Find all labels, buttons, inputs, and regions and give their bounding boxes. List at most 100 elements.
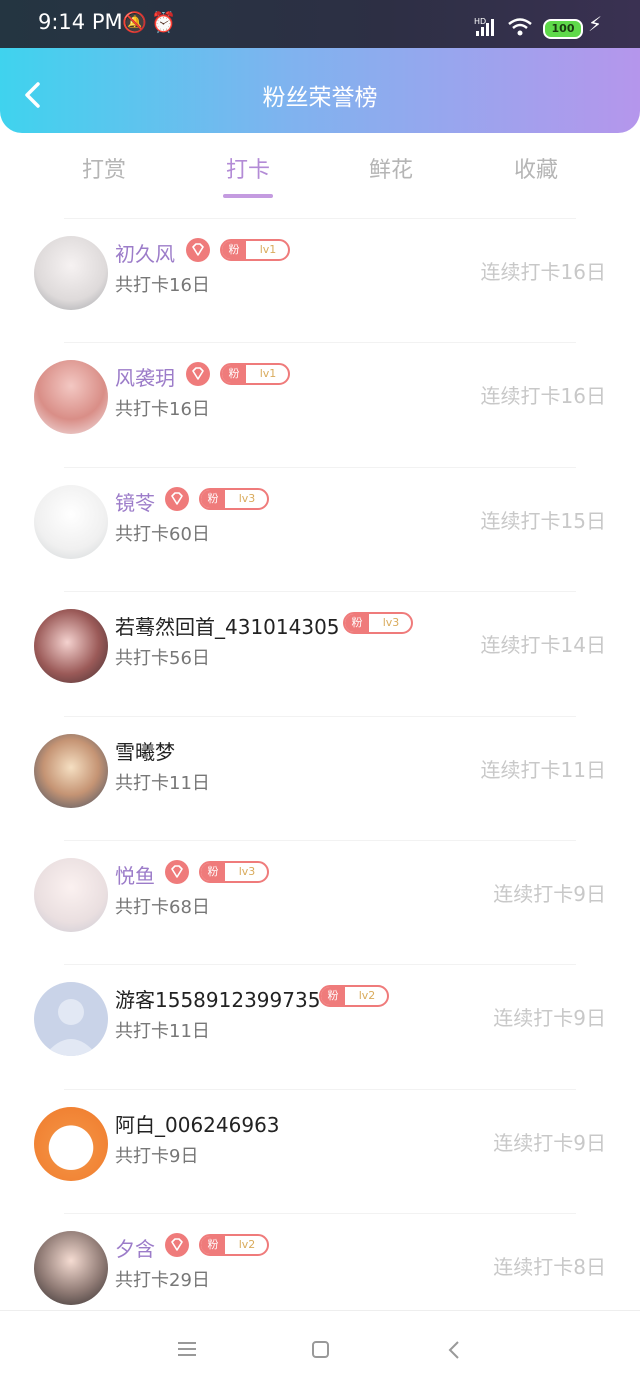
total-checkin: 共打卡16日 xyxy=(115,275,210,296)
back-icon[interactable] xyxy=(446,1340,462,1360)
level-label: lv3 xyxy=(382,616,400,629)
diamond-icon xyxy=(165,487,189,511)
streak-checkin: 连续打卡9日 xyxy=(493,1131,606,1155)
divider xyxy=(64,342,576,343)
fan-level-badge: 粉 lv1 xyxy=(220,363,290,385)
fan-label: 粉 xyxy=(201,1236,225,1254)
divider xyxy=(64,840,576,841)
total-checkin: 共打卡56日 xyxy=(115,648,210,669)
avatar[interactable] xyxy=(34,609,108,683)
avatar[interactable] xyxy=(34,236,108,310)
list-item[interactable]: 雪曦梦 共打卡11日 连续打卡11日 xyxy=(0,716,640,840)
level-label: lv2 xyxy=(358,989,376,1002)
diamond-icon xyxy=(165,1233,189,1257)
user-name[interactable]: 游客1558912399735 xyxy=(115,984,320,1013)
status-time: 9:14 PM xyxy=(38,10,123,34)
fan-level-badge: 粉 lv3 xyxy=(199,861,269,883)
tab-favorites[interactable]: 收藏 xyxy=(486,152,586,184)
avatar[interactable] xyxy=(34,1231,108,1305)
tab-reward[interactable]: 打赏 xyxy=(54,152,154,184)
total-checkin: 共打卡60日 xyxy=(115,524,210,545)
divider xyxy=(64,716,576,717)
divider xyxy=(64,1089,576,1090)
list-item[interactable]: 若蓦然回首_431014305 粉 lv3 共打卡56日 连续打卡14日 xyxy=(0,591,640,715)
default-user-icon xyxy=(44,999,98,1056)
avatar[interactable] xyxy=(34,858,108,932)
total-checkin: 共打卡29日 xyxy=(115,1270,210,1291)
fan-level-badge: 粉 lv3 xyxy=(199,488,269,510)
list-item[interactable]: 风袭玥 粉 lv1 共打卡16日 连续打卡16日 xyxy=(0,342,640,466)
user-name[interactable]: 若蓦然回首_431014305 xyxy=(115,611,340,640)
diamond-icon xyxy=(186,238,210,262)
avatar[interactable] xyxy=(34,982,108,1056)
streak-checkin: 连续打卡8日 xyxy=(493,1255,606,1279)
divider xyxy=(64,1213,576,1214)
alarm-icon: ⏰ xyxy=(151,10,176,34)
level-label: lv2 xyxy=(238,1238,256,1251)
fan-level-badge: 粉 lv2 xyxy=(319,985,389,1007)
divider xyxy=(64,964,576,965)
fan-label: 粉 xyxy=(201,863,225,881)
user-name[interactable]: 悦鱼 xyxy=(115,860,155,889)
signal-icon: HD xyxy=(474,17,494,36)
total-checkin: 共打卡68日 xyxy=(115,897,210,918)
fan-label: 粉 xyxy=(201,490,225,508)
diamond-icon xyxy=(186,362,210,386)
user-name[interactable]: 雪曦梦 xyxy=(115,736,175,765)
mute-icon: 🔕 xyxy=(122,10,147,34)
fan-level-badge: 粉 lv2 xyxy=(199,1234,269,1256)
total-checkin: 共打卡16日 xyxy=(115,399,210,420)
avatar[interactable] xyxy=(34,485,108,559)
battery-icon: 100 xyxy=(543,19,583,39)
streak-checkin: 连续打卡16日 xyxy=(480,384,606,408)
streak-checkin: 连续打卡15日 xyxy=(480,509,606,533)
user-name[interactable]: 阿白_006246963 xyxy=(115,1109,280,1138)
list-item[interactable]: 游客1558912399735 粉 lv2 共打卡11日 连续打卡9日 xyxy=(0,964,640,1088)
level-label: lv3 xyxy=(238,492,256,505)
system-nav-bar xyxy=(0,1310,640,1388)
fan-label: 粉 xyxy=(222,241,246,259)
level-label: lv1 xyxy=(259,243,277,256)
menu-icon[interactable] xyxy=(178,1341,198,1359)
list-item[interactable]: 初久风 粉 lv1 共打卡16日 连续打卡16日 xyxy=(0,218,640,342)
user-name[interactable]: 初久风 xyxy=(115,238,175,267)
divider xyxy=(64,591,576,592)
streak-checkin: 连续打卡14日 xyxy=(480,633,606,657)
list-item[interactable]: 悦鱼 粉 lv3 共打卡68日 连续打卡9日 xyxy=(0,840,640,964)
total-checkin: 共打卡11日 xyxy=(115,1021,210,1042)
fan-label: 粉 xyxy=(345,614,369,632)
diamond-icon xyxy=(165,860,189,884)
tab-bar: 打赏 打卡 鲜花 收藏 xyxy=(0,140,640,200)
fan-level-badge: 粉 lv1 xyxy=(220,239,290,261)
divider xyxy=(64,218,576,219)
avatar[interactable] xyxy=(34,734,108,808)
fan-label: 粉 xyxy=(222,365,246,383)
svg-text:HD: HD xyxy=(474,17,486,26)
user-name[interactable]: 夕含 xyxy=(115,1233,155,1262)
avatar[interactable] xyxy=(34,1107,108,1181)
streak-checkin: 连续打卡9日 xyxy=(493,882,606,906)
total-checkin: 共打卡11日 xyxy=(115,773,210,794)
divider xyxy=(64,467,576,468)
tab-checkin[interactable]: 打卡 xyxy=(198,152,298,184)
active-tab-indicator xyxy=(223,194,273,198)
level-label: lv3 xyxy=(238,865,256,878)
list-item[interactable]: 镜苓 粉 lv3 共打卡60日 连续打卡15日 xyxy=(0,467,640,591)
home-icon[interactable] xyxy=(311,1340,331,1360)
status-bar: 9:14 PM 🔕 ⏰ HD 100 ⚡ xyxy=(0,0,640,48)
charging-icon: ⚡ xyxy=(588,12,603,36)
tab-flowers[interactable]: 鲜花 xyxy=(341,152,441,184)
streak-checkin: 连续打卡16日 xyxy=(480,260,606,284)
streak-checkin: 连续打卡9日 xyxy=(493,1006,606,1030)
total-checkin: 共打卡9日 xyxy=(115,1146,199,1167)
avatar[interactable] xyxy=(34,360,108,434)
wifi-icon xyxy=(508,18,532,36)
page-title: 粉丝荣誉榜 xyxy=(262,85,378,111)
fan-level-badge: 粉 lv3 xyxy=(343,612,413,634)
user-name[interactable]: 镜苓 xyxy=(115,487,155,516)
streak-checkin: 连续打卡11日 xyxy=(480,758,606,782)
level-label: lv1 xyxy=(259,367,277,380)
user-name[interactable]: 风袭玥 xyxy=(115,362,175,391)
list-item[interactable]: 阿白_006246963 共打卡9日 连续打卡9日 xyxy=(0,1089,640,1213)
fan-label: 粉 xyxy=(321,987,345,1005)
